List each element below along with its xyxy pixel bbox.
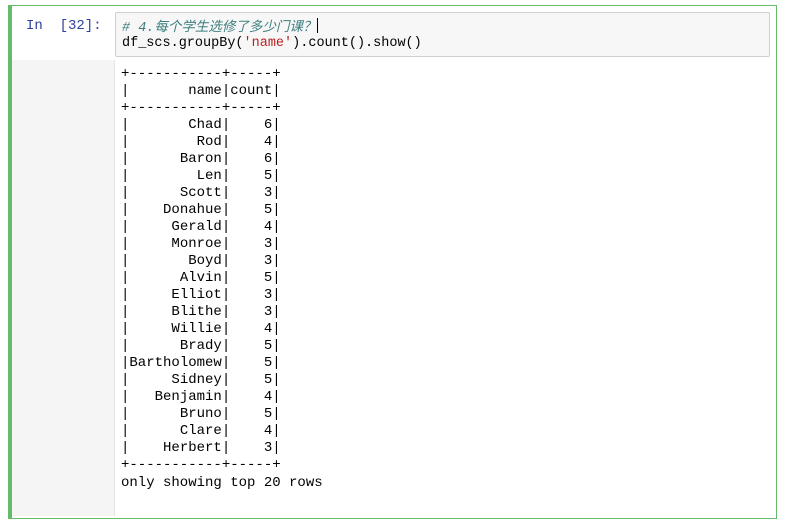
row-count: 6 bbox=[230, 151, 273, 167]
row-name: Scott bbox=[129, 185, 222, 201]
table-row: | Clare| 4| bbox=[121, 423, 281, 439]
table-row: | Blithe| 3| bbox=[121, 304, 281, 320]
row-name: Baron bbox=[129, 151, 222, 167]
row-count: 5 bbox=[230, 168, 273, 184]
code-string-literal: 'name' bbox=[243, 36, 293, 51]
header-name: name bbox=[129, 83, 222, 99]
row-count: 3 bbox=[230, 440, 273, 456]
row-count: 4 bbox=[230, 389, 273, 405]
table-row: | Monroe| 3| bbox=[121, 236, 281, 252]
table-row: | Baron| 6| bbox=[121, 151, 281, 167]
row-count: 5 bbox=[230, 338, 273, 354]
row-name: Rod bbox=[129, 134, 222, 150]
table-row: | Sidney| 5| bbox=[121, 372, 281, 388]
row-name: Chad bbox=[129, 117, 222, 133]
row-name: Bartholomew bbox=[129, 355, 222, 371]
row-name: Benjamin bbox=[129, 389, 222, 405]
output-footer: only showing top 20 rows bbox=[121, 475, 323, 491]
row-count: 5 bbox=[230, 202, 273, 218]
table-row: | Len| 5| bbox=[121, 168, 281, 184]
table-row: | Rod| 4| bbox=[121, 134, 281, 150]
table-row: | Donahue| 5| bbox=[121, 202, 281, 218]
row-count: 4 bbox=[230, 219, 273, 235]
row-name: Herbert bbox=[129, 440, 222, 456]
row-count: 5 bbox=[230, 406, 273, 422]
table-row: | Gerald| 4| bbox=[121, 219, 281, 235]
row-count: 3 bbox=[230, 304, 273, 320]
table-row: | Scott| 3| bbox=[121, 185, 281, 201]
row-name: Brady bbox=[129, 338, 222, 354]
table-row: | Alvin| 5| bbox=[121, 270, 281, 286]
table-row: | Boyd| 3| bbox=[121, 253, 281, 269]
table-row: |Bartholomew| 5| bbox=[121, 355, 281, 371]
table-row: | Bruno| 5| bbox=[121, 406, 281, 422]
table-row: | Elliot| 3| bbox=[121, 287, 281, 303]
row-name: Donahue bbox=[129, 202, 222, 218]
code-comment: # 4.每个学生选修了多少门课？ bbox=[122, 21, 317, 36]
code-call-suffix: ).count().show() bbox=[292, 36, 422, 51]
table-border-bottom: +-----------+-----+ bbox=[121, 457, 281, 473]
text-cursor bbox=[317, 18, 319, 33]
row-name: Alvin bbox=[129, 270, 222, 286]
row-name: Len bbox=[129, 168, 222, 184]
code-editor[interactable]: # 4.每个学生选修了多少门课？ df_scs.groupBy('name').… bbox=[115, 12, 770, 57]
table-border-top: +-----------+-----+ bbox=[121, 66, 281, 82]
row-name: Boyd bbox=[129, 253, 222, 269]
table-border-mid: +-----------+-----+ bbox=[121, 100, 281, 116]
table-row: | Benjamin| 4| bbox=[121, 389, 281, 405]
table-body: | Chad| 6| | Rod| 4| | Baron| 6| | Len| 5| |… bbox=[121, 117, 323, 457]
row-name: Blithe bbox=[129, 304, 222, 320]
row-count: 5 bbox=[230, 270, 273, 286]
row-count: 4 bbox=[230, 423, 273, 439]
table-row: | Brady| 5| bbox=[121, 338, 281, 354]
row-name: Gerald bbox=[129, 219, 222, 235]
code-call-prefix: df_scs.groupBy( bbox=[122, 36, 244, 51]
table-row: | Herbert| 3| bbox=[121, 440, 281, 456]
cell-output: +-----------+-----+ | name|count| +-------… bbox=[121, 66, 323, 492]
table-row: | Chad| 6| bbox=[121, 117, 281, 133]
row-count: 3 bbox=[230, 236, 273, 252]
row-name: Clare bbox=[129, 423, 222, 439]
row-name: Sidney bbox=[129, 372, 222, 388]
output-prompt-area bbox=[12, 60, 115, 516]
table-header-row: | name|count| bbox=[121, 83, 281, 99]
row-count: 6 bbox=[230, 117, 273, 133]
code-line-statement: df_scs.groupBy('name').count().show() bbox=[122, 35, 422, 52]
row-count: 3 bbox=[230, 287, 273, 303]
table-row: | Willie| 4| bbox=[121, 321, 281, 337]
row-count: 4 bbox=[230, 134, 273, 150]
row-name: Monroe bbox=[129, 236, 222, 252]
row-count: 3 bbox=[230, 185, 273, 201]
header-count: count bbox=[230, 83, 273, 99]
row-count: 5 bbox=[230, 355, 273, 371]
row-count: 4 bbox=[230, 321, 273, 337]
row-name: Willie bbox=[129, 321, 222, 337]
row-name: Bruno bbox=[129, 406, 222, 422]
input-prompt: In [32]: bbox=[26, 18, 102, 34]
row-name: Elliot bbox=[129, 287, 222, 303]
row-count: 3 bbox=[230, 253, 273, 269]
row-count: 5 bbox=[230, 372, 273, 388]
